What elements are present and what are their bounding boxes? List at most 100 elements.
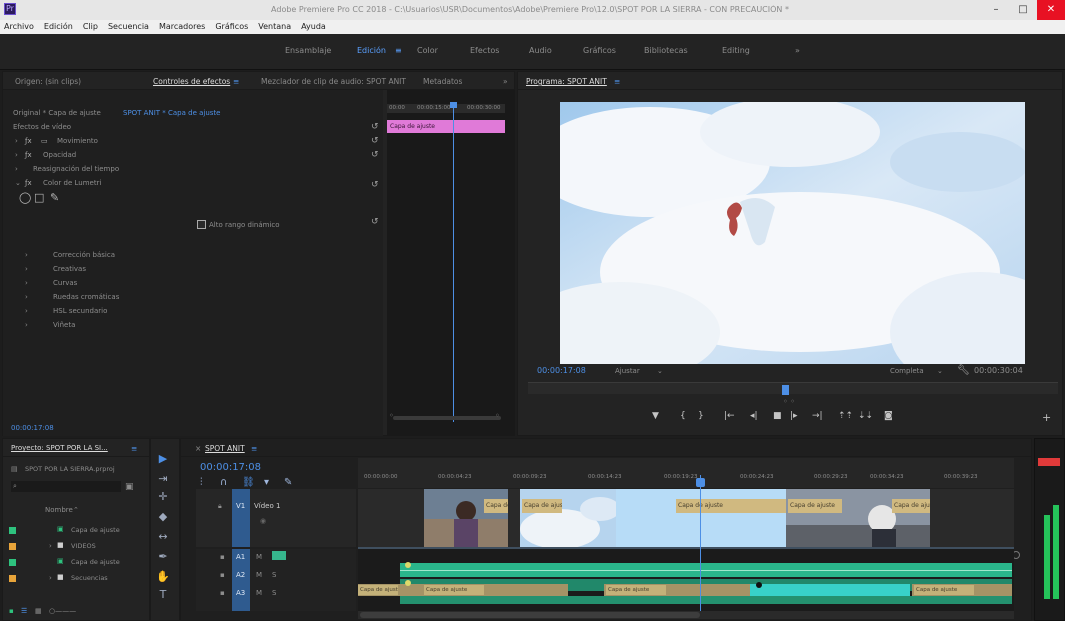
lumetri-color-wheels[interactable]: Ruedas cromáticas — [53, 293, 119, 301]
tab-effect-controls[interactable]: Controles de efectos — [153, 77, 230, 86]
panel-overflow-icon[interactable]: » — [503, 77, 508, 86]
solo-button[interactable]: S — [272, 571, 276, 579]
settings-wrench-icon[interactable]: ✎ — [284, 477, 292, 488]
mute-button[interactable]: M — [256, 553, 262, 561]
type-tool-icon[interactable]: T — [156, 588, 170, 601]
track-eye-icon[interactable]: ◉ — [260, 517, 266, 525]
scrollbar-thumb[interactable] — [360, 612, 700, 618]
add-marker-icon[interactable]: ▼ — [652, 411, 659, 421]
tab-project[interactable]: Proyecto: SPOT POR LA SI... — [11, 444, 108, 452]
fx-icon[interactable]: ƒx — [25, 151, 32, 159]
zoom-scroll-icon[interactable]: ◦ ◦ — [783, 397, 795, 406]
menu-edicion[interactable]: Edición — [44, 20, 73, 34]
project-search-input[interactable]: ⌕ — [11, 481, 121, 492]
lumetri-creative[interactable]: Creativas — [53, 265, 86, 273]
expand-arrow-icon[interactable]: › — [49, 542, 52, 550]
snap-icon[interactable]: ∩ — [220, 477, 227, 488]
go-to-in-icon[interactable]: |← — [724, 411, 735, 421]
expand-arrow-icon[interactable]: › — [15, 165, 18, 173]
minimize-button[interactable]: – — [983, 0, 1009, 20]
solo-toggle[interactable] — [272, 551, 286, 560]
list-view-icon[interactable]: ☰ — [21, 607, 27, 615]
menu-secuencia[interactable]: Secuencia — [108, 20, 149, 34]
timeline-playhead[interactable] — [700, 475, 701, 615]
step-back-icon[interactable]: ◂| — [750, 411, 758, 421]
tab-audio-clip-mixer[interactable]: Mezclador de clip de audio: SPOT ANIT — [261, 77, 406, 86]
adjustment-layer-clip[interactable]: Capa de ajuste — [387, 120, 505, 133]
mini-playhead-handle[interactable] — [450, 102, 457, 108]
ripple-edit-tool-icon[interactable]: ✛ — [156, 490, 170, 503]
mini-playhead[interactable] — [453, 104, 454, 422]
effect-controls-timecode[interactable]: 00:00:17:08 — [11, 424, 54, 432]
slip-tool-icon[interactable]: ↔ — [156, 530, 170, 543]
add-button-icon[interactable]: + — [1042, 411, 1051, 424]
quality-chevron-icon[interactable]: ⌄ — [937, 367, 943, 375]
workspace-tab-editing[interactable]: Editing — [722, 46, 750, 55]
menu-marcadores[interactable]: Marcadores — [159, 20, 205, 34]
rectangle-mask-icon[interactable]: □ — [34, 191, 44, 204]
sort-ascending-icon[interactable]: ⌃ — [73, 506, 79, 514]
timeline-timecode[interactable]: 00:00:17:08 — [200, 462, 261, 473]
zoom-handle-icon[interactable]: ◦ — [495, 411, 500, 420]
hdr-checkbox[interactable] — [197, 220, 206, 229]
expand-arrow-icon[interactable]: › — [25, 321, 28, 329]
fx-icon[interactable]: ƒx — [25, 179, 32, 187]
tab-menu-icon[interactable]: ≡ — [251, 444, 257, 453]
step-forward-icon[interactable]: |▸ — [790, 411, 798, 421]
timeline-ruler[interactable]: 00:00:00:00 00:00:04:23 00:00:09:23 00:0… — [358, 458, 1014, 488]
zoom-handle-icon[interactable]: ◦ — [389, 411, 394, 420]
selection-tool-icon[interactable]: ▶ — [156, 452, 170, 465]
expand-arrow-icon[interactable]: › — [25, 265, 28, 273]
icon-view-icon[interactable]: ▦ — [35, 607, 42, 615]
stop-icon[interactable]: ■ — [773, 411, 782, 421]
clip-indicator-left[interactable] — [1038, 458, 1060, 466]
mute-button[interactable]: M — [256, 589, 262, 597]
fx-icon[interactable]: ƒx — [25, 137, 32, 145]
program-timecode[interactable]: 00:00:17:08 — [537, 366, 586, 375]
expand-arrow-icon[interactable]: › — [15, 137, 18, 145]
pen-tool-icon[interactable]: ✒ — [156, 550, 170, 563]
track-select-tool-icon[interactable]: ⇥ — [156, 472, 170, 485]
reset-effect-icon[interactable]: ↺ — [371, 150, 379, 160]
effect-opacity[interactable]: Opacidad — [43, 151, 76, 159]
fit-dropdown[interactable]: Ajustar — [615, 367, 640, 375]
ellipse-mask-icon[interactable]: ◯ — [19, 191, 31, 204]
workspace-menu-icon[interactable]: ≡ — [395, 46, 402, 55]
project-item[interactable]: Capa de ajuste — [71, 526, 120, 534]
workspace-overflow-button[interactable]: » — [795, 46, 800, 55]
nest-icon[interactable]: ⫶ — [200, 477, 203, 488]
tab-program[interactable]: Programa: SPOT ANIT — [526, 77, 607, 86]
menu-ventana[interactable]: Ventana — [258, 20, 291, 34]
lumetri-curves[interactable]: Curvas — [53, 279, 77, 287]
project-item[interactable]: Secuencias — [71, 574, 108, 582]
zoom-slider-icon[interactable]: ○——— — [49, 607, 76, 615]
close-button[interactable]: ✕ — [1037, 0, 1065, 20]
fit-dropdown-chevron-icon[interactable]: ⌄ — [657, 367, 663, 375]
new-bin-icon[interactable]: ▣ — [125, 482, 134, 492]
label-color-swatch[interactable] — [9, 559, 16, 566]
lift-icon[interactable]: ⇡⇡ — [838, 411, 853, 421]
effect-motion[interactable]: Movimiento — [57, 137, 98, 145]
audio-clip-a3[interactable] — [400, 596, 1012, 604]
expand-arrow-icon[interactable]: › — [49, 574, 52, 582]
program-video-frame[interactable] — [560, 102, 1025, 364]
expand-arrow-icon[interactable]: › — [25, 251, 28, 259]
mark-in-icon[interactable]: { — [680, 411, 686, 421]
reset-effect-icon[interactable]: ↺ — [371, 122, 379, 132]
timeline-playhead-handle[interactable] — [696, 478, 705, 487]
effect-mini-timeline[interactable]: 00:00 00:00:15:00 00:00:30:00 Capa de aj… — [387, 90, 515, 436]
lock-icon[interactable]: ▪ — [9, 607, 14, 615]
expand-arrow-icon[interactable]: › — [25, 293, 28, 301]
maximize-button[interactable]: □ — [1010, 0, 1036, 20]
menu-archivo[interactable]: Archivo — [4, 20, 34, 34]
lock-track-icon[interactable]: 🔒︎ — [218, 502, 222, 511]
workspace-tab-graficos[interactable]: Gráficos — [583, 46, 616, 55]
tab-metadata[interactable]: Metadatos — [423, 77, 462, 86]
menu-graficos[interactable]: Gráficos — [215, 20, 248, 34]
lock-track-icon[interactable]: ▪ — [220, 553, 225, 561]
go-to-out-icon[interactable]: →| — [812, 411, 823, 421]
pen-mask-icon[interactable]: ✎ — [50, 191, 59, 204]
video-clip-person[interactable]: Capa de ajuste — [424, 489, 508, 547]
expand-arrow-icon[interactable]: › — [15, 151, 18, 159]
add-marker-icon[interactable]: ▾ — [264, 477, 269, 488]
